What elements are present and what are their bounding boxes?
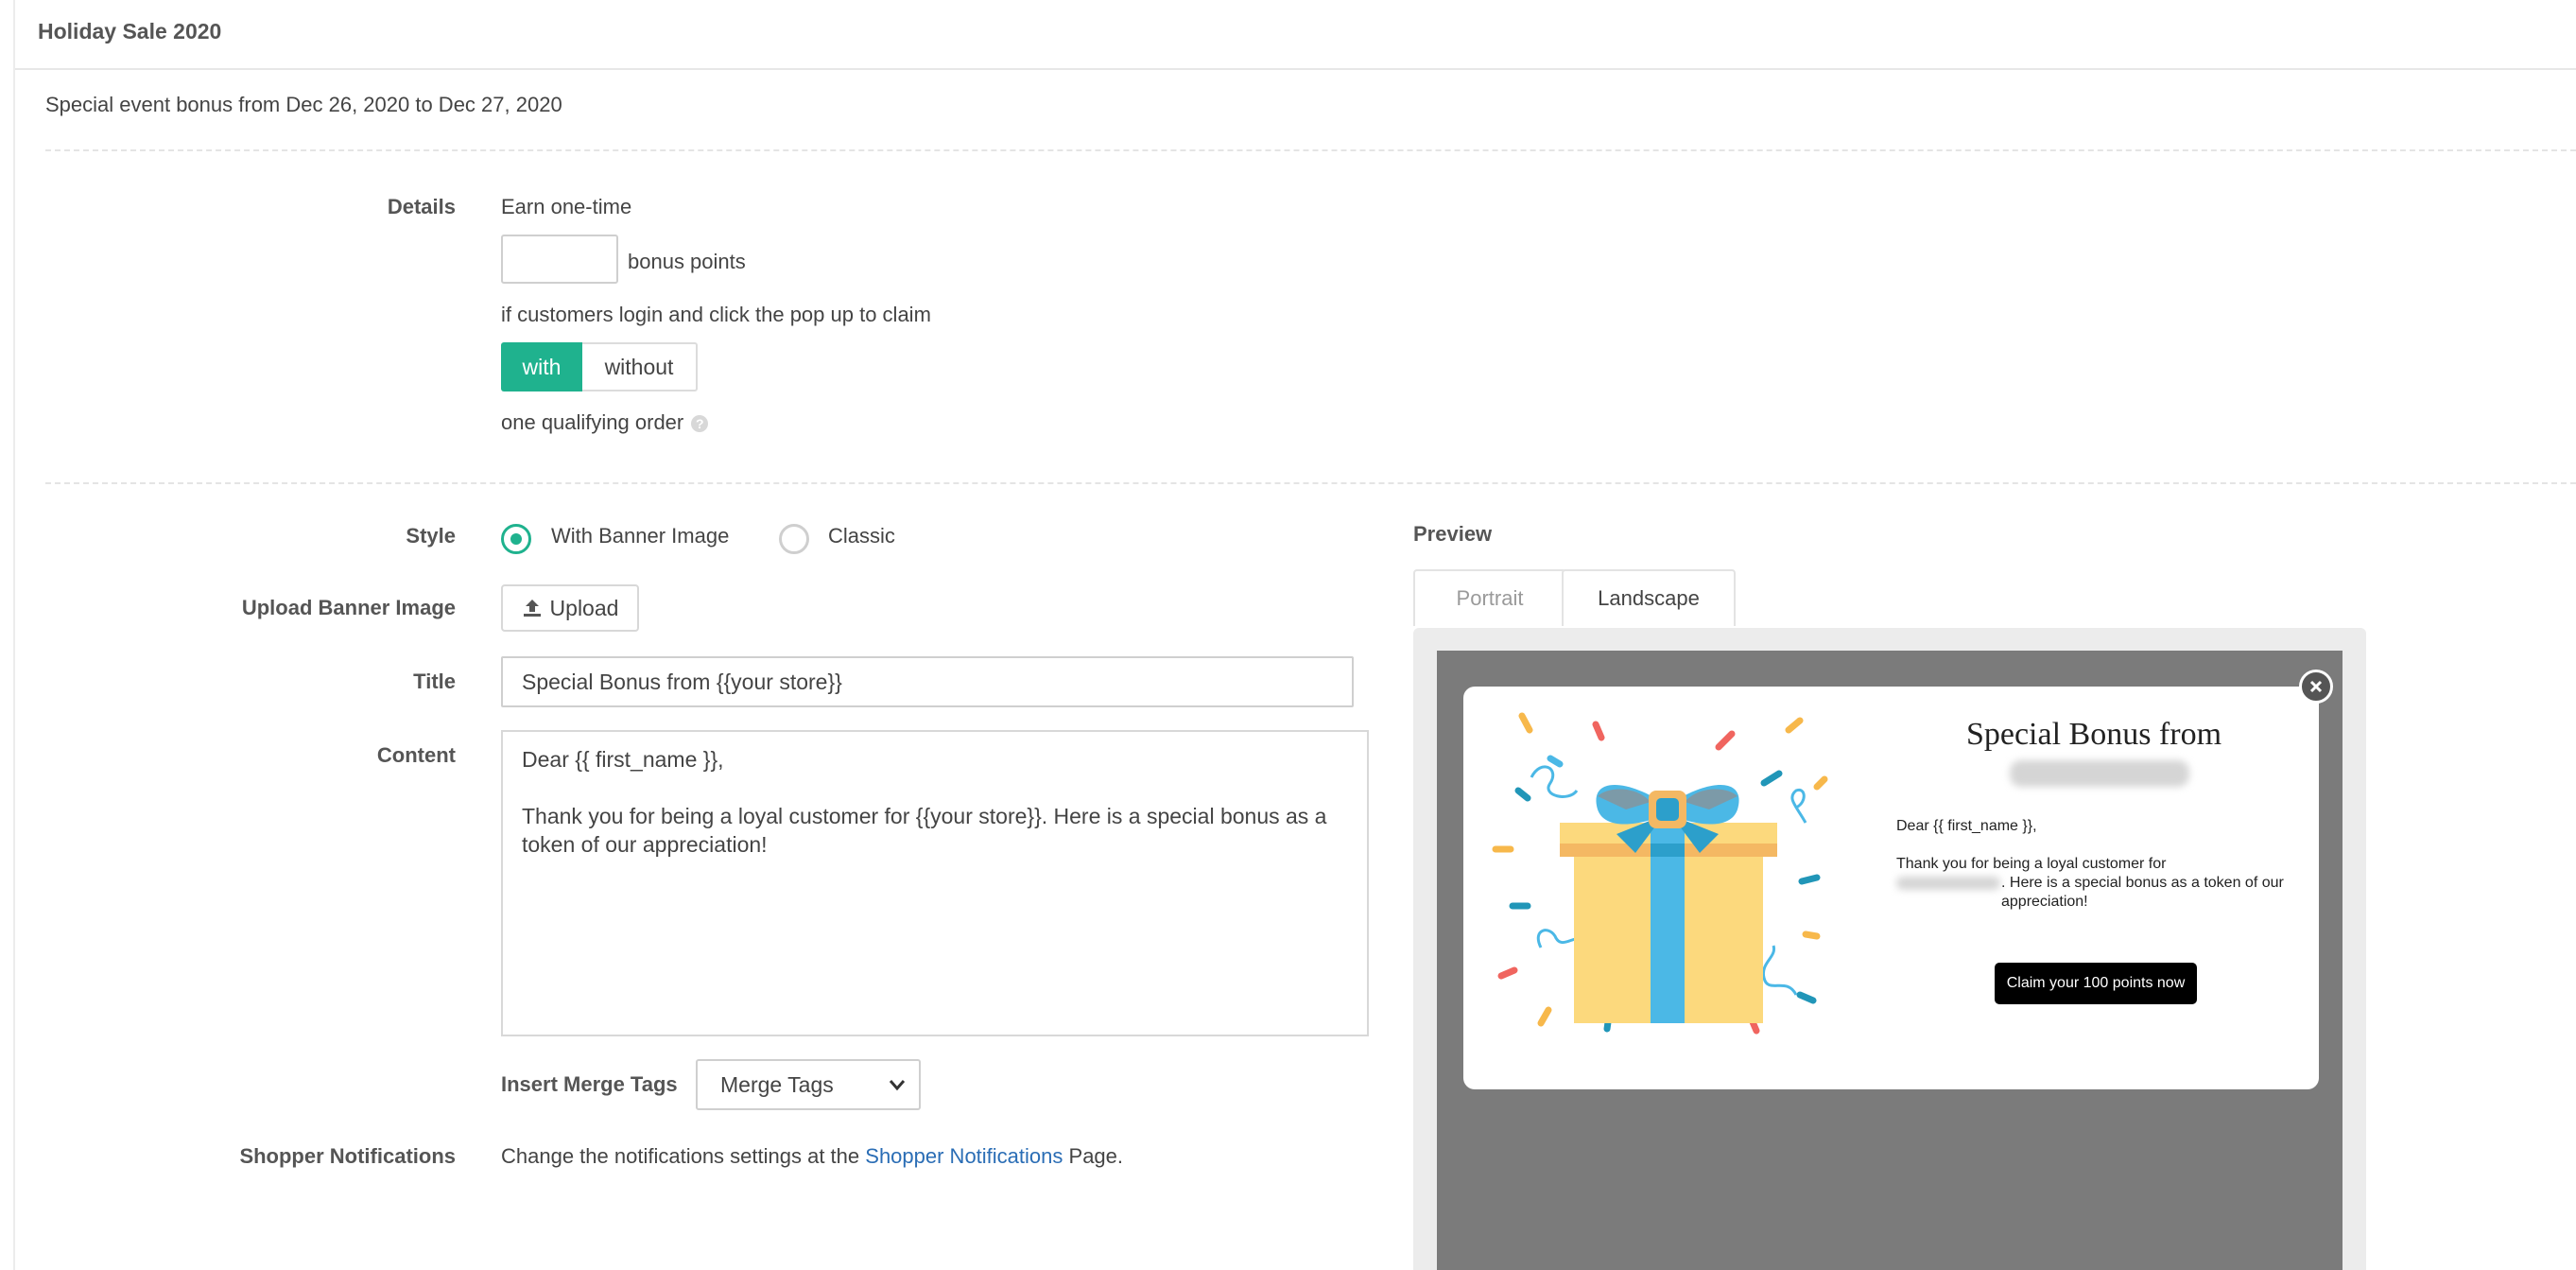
style-banner-radio[interactable]: [501, 524, 531, 554]
chevron-down-icon: [889, 1080, 906, 1091]
gift-box-illustration: [1492, 712, 1828, 1035]
style-classic-label: Classic: [828, 524, 895, 548]
page-title: Holiday Sale 2020: [38, 19, 222, 43]
toggle-without-button[interactable]: without: [582, 342, 698, 391]
panel-border: [13, 0, 15, 1270]
merge-tags-select[interactable]: Merge Tags: [696, 1059, 921, 1110]
divider: [45, 149, 2576, 151]
tab-portrait[interactable]: Portrait: [1413, 569, 1566, 626]
event-subtitle: Special event bonus from Dec 26, 2020 to…: [45, 93, 562, 116]
claim-condition-text: if customers login and click the pop up …: [501, 303, 931, 326]
notifications-text-after: Page.: [1068, 1144, 1124, 1168]
content-greeting: Dear {{ first_name }},: [522, 747, 724, 772]
content-textarea[interactable]: Dear {{ first_name }}, Thank you for bei…: [501, 730, 1369, 1036]
claim-points-button[interactable]: Claim your 100 points now: [1995, 963, 2197, 1004]
notifications-text: Change the notifications settings at the…: [501, 1144, 1123, 1169]
details-label: Details: [387, 195, 456, 218]
upload-button[interactable]: Upload: [501, 584, 639, 632]
content-label: Content: [376, 743, 456, 767]
preview-label: Preview: [1413, 522, 1493, 546]
bonus-points-input[interactable]: [501, 235, 618, 284]
style-classic-radio[interactable]: [779, 524, 809, 554]
blurred-store-inline: [1896, 877, 2000, 890]
popup-body-end: . Here is a special bonus as a token of …: [2001, 875, 2284, 910]
title-input-value: Special Bonus from {{your store}}: [522, 669, 842, 694]
upload-banner-label: Upload Banner Image: [241, 596, 456, 619]
title-label: Title: [413, 670, 456, 693]
divider: [45, 482, 2576, 484]
close-icon[interactable]: [2299, 670, 2333, 704]
upload-button-label: Upload: [549, 595, 619, 620]
tab-landscape[interactable]: Landscape: [1562, 569, 1736, 626]
qualifying-order-text: one qualifying order?: [501, 410, 709, 435]
popup-body-start: Thank you for being a loyal customer for: [1896, 856, 2167, 872]
popup-title: Special Bonus from: [1965, 717, 2222, 752]
toggle-with-button[interactable]: with: [501, 342, 582, 391]
notifications-text-before: Change the notifications settings at the: [501, 1144, 860, 1168]
shopper-notifications-link[interactable]: Shopper Notifications: [865, 1144, 1063, 1168]
merge-tags-selected: Merge Tags: [720, 1071, 834, 1097]
close-glyph: [2309, 680, 2323, 693]
panel-header: Holiday Sale 2020: [15, 0, 2576, 70]
qualifying-order-label: one qualifying order: [501, 410, 684, 434]
shopper-notifications-label: Shopper Notifications: [239, 1144, 456, 1168]
bonus-points-suffix: bonus points: [628, 250, 746, 273]
help-icon[interactable]: ?: [691, 415, 709, 433]
popup-greeting: Dear {{ first_name }},: [1896, 818, 2037, 834]
style-banner-label: With Banner Image: [551, 524, 730, 548]
earn-text: Earn one-time: [501, 195, 632, 218]
merge-tags-label: Insert Merge Tags: [501, 1072, 678, 1096]
order-requirement-toggle: with without: [501, 342, 698, 391]
blurred-store-name: [2010, 760, 2189, 787]
style-label: Style: [406, 524, 456, 548]
content-body: Thank you for being a loyal customer for…: [522, 804, 1327, 857]
upload-icon: [523, 600, 541, 617]
title-input[interactable]: Special Bonus from {{your store}}: [501, 656, 1354, 707]
